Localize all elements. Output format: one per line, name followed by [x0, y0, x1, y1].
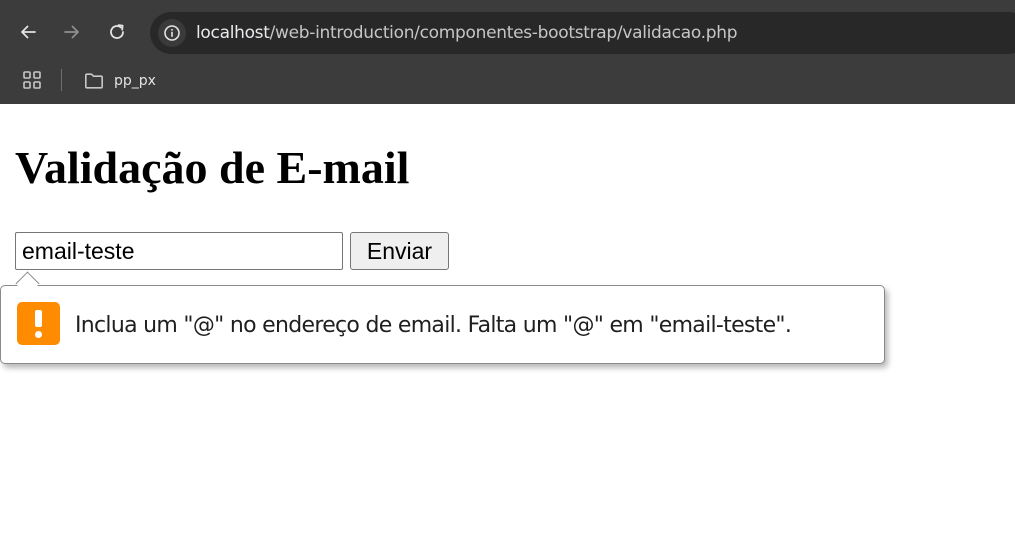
forward-arrow-icon: [64, 25, 79, 39]
reload-icon: [110, 24, 124, 39]
url-path: /web-introduction/componentes-bootstrap/…: [269, 23, 738, 43]
warning-icon: [17, 302, 60, 345]
address-bar[interactable]: localhost/web-introduction/componentes-b…: [150, 12, 1015, 54]
browser-chrome: localhost/web-introduction/componentes-b…: [0, 0, 1015, 104]
site-info-icon: [164, 25, 180, 41]
bookmark-folder-pp-px[interactable]: pp_px: [80, 67, 160, 95]
url-host: localhost: [196, 23, 270, 43]
bookmarks-divider: [61, 69, 62, 91]
submit-button[interactable]: Enviar: [350, 232, 449, 270]
bookmark-label: pp_px: [114, 73, 156, 89]
forward-button[interactable]: [58, 18, 86, 46]
page-title: Validação de E-mail: [15, 142, 410, 193]
site-info-button[interactable]: [158, 19, 186, 47]
validation-message: Inclua um "@" no endereço de email. Falt…: [75, 313, 792, 338]
browser-toolbar: localhost/web-introduction/componentes-b…: [0, 0, 1015, 66]
apps-grid-icon[interactable]: [22, 70, 42, 90]
bookmarks-bar: pp_px: [0, 62, 1015, 104]
folder-icon: [85, 73, 103, 89]
reload-button[interactable]: [103, 18, 131, 46]
validation-tooltip: Inclua um "@" no endereço de email. Falt…: [0, 271, 885, 364]
url-text[interactable]: localhost/web-introduction/componentes-b…: [196, 23, 738, 43]
tooltip-arrow: [15, 271, 40, 296]
back-arrow-icon: [21, 25, 36, 39]
back-button[interactable]: [14, 18, 42, 46]
email-input[interactable]: [15, 232, 343, 270]
